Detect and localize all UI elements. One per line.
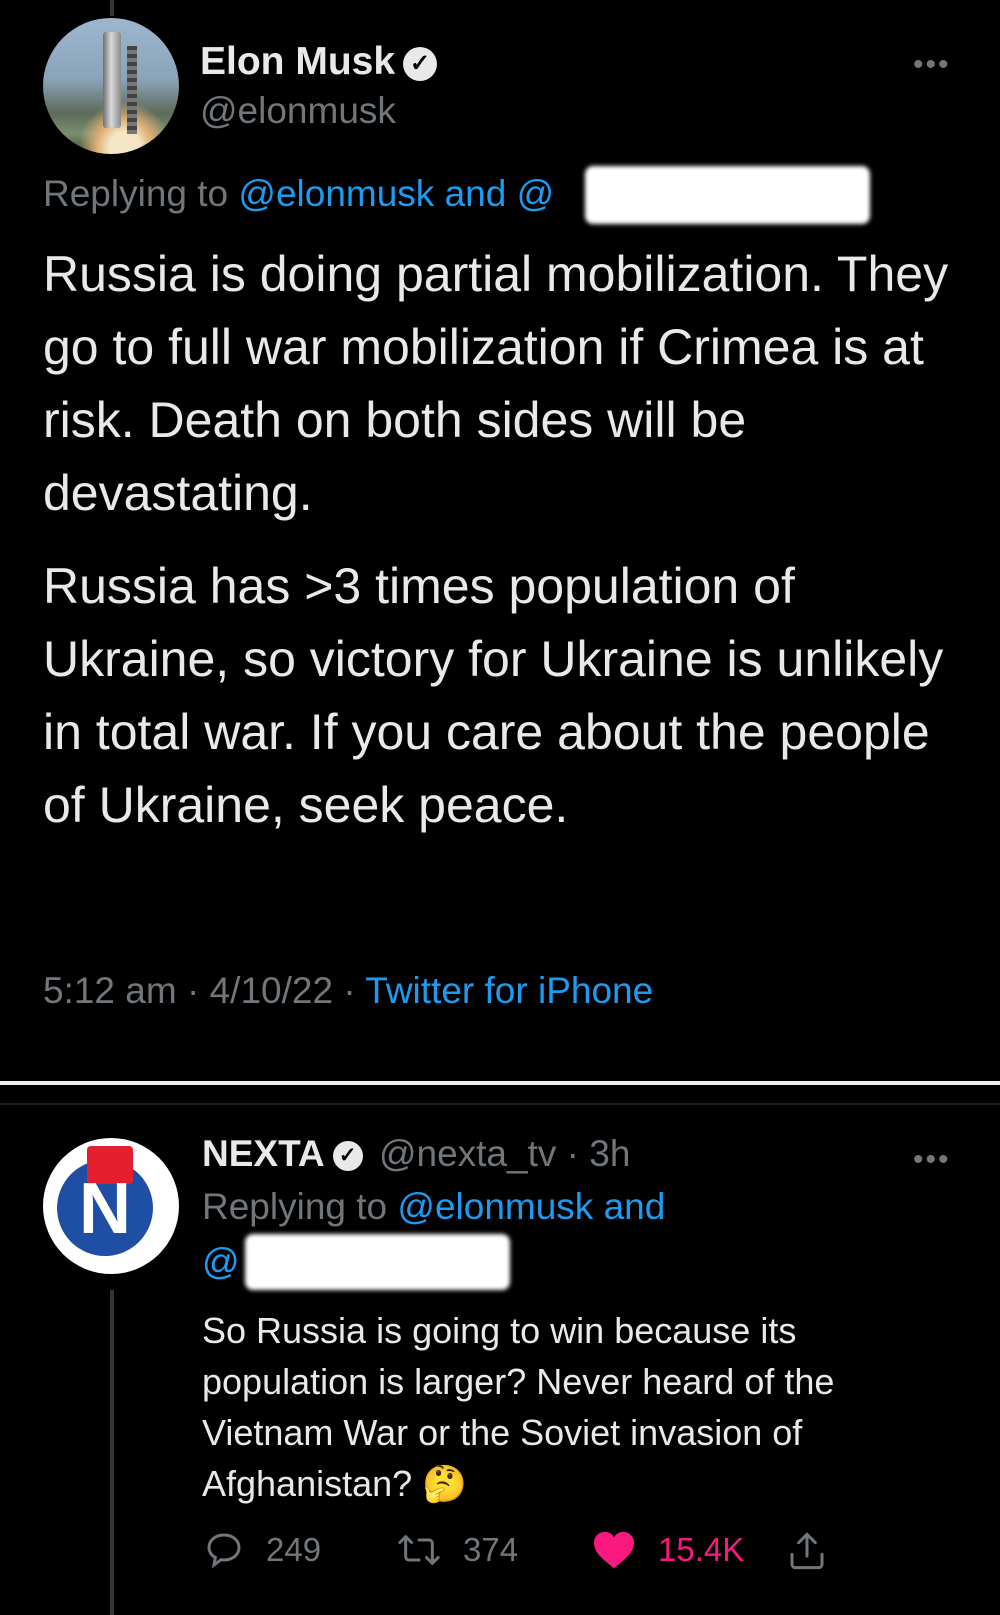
reply-button[interactable]: 249 (204, 1530, 321, 1570)
reply-author-name[interactable]: NEXTA (202, 1133, 325, 1174)
replying-to-link[interactable]: @elonmusk and (397, 1186, 665, 1227)
elon-avatar[interactable] (43, 18, 179, 154)
tweet-meta: 5:12 am · 4/10/22 · Twitter for iPhone (43, 970, 654, 1011)
thinking-emoji-icon: 🤔 (422, 1463, 468, 1504)
nexta-avatar[interactable]: N (43, 1138, 179, 1274)
reply-action-bar: 249 374 15.4K (202, 1530, 962, 1580)
reply-body: So Russia is going to win because its po… (202, 1310, 835, 1504)
avatar-tower-graphic (127, 46, 137, 134)
reply-age[interactable]: 3h (589, 1133, 630, 1174)
tweet-paragraph: Russia is doing partial mobilization. Th… (43, 246, 949, 521)
reply-handle[interactable]: @nexta_tv (379, 1133, 556, 1174)
retweet-count: 374 (463, 1531, 519, 1568)
avatar-rocket-graphic (103, 32, 121, 128)
like-button[interactable]: 15.4K (592, 1530, 744, 1570)
tweet-time[interactable]: 5:12 am (43, 970, 177, 1011)
replying-to-line: Replying to @elonmusk and @ (43, 173, 555, 214)
thread-connector-top (110, 0, 114, 16)
reply-header: NEXTA ✓ @nexta_tv · 3h (202, 1133, 631, 1174)
reply-replying-to-line: Replying to @elonmusk and (202, 1186, 666, 1227)
author-name[interactable]: Elon Musk ✓ (200, 40, 438, 84)
thread-connector (110, 1290, 114, 1615)
reply-icon (207, 1533, 241, 1569)
nexta-logo-letter: N (79, 1169, 131, 1249)
divider (0, 1081, 1000, 1085)
more-icon[interactable]: ••• (913, 1145, 951, 1175)
tweet-body: Russia is doing partial mobilization. Th… (43, 238, 963, 842)
more-icon[interactable]: ••• (913, 50, 951, 80)
retweet-button[interactable]: 374 (397, 1530, 518, 1570)
author-handle[interactable]: @elonmusk (200, 90, 396, 132)
reply-replying-to-line-2: @ (202, 1241, 240, 1283)
replying-to-link[interactable]: @elonmusk and @ (238, 173, 554, 214)
divider (0, 1103, 1000, 1105)
tweet-paragraph: Russia has >3 times population of Ukrain… (43, 558, 944, 833)
like-icon (594, 1531, 634, 1569)
share-icon (790, 1532, 824, 1570)
share-button[interactable] (787, 1530, 849, 1572)
replying-to-link[interactable]: @ (202, 1241, 240, 1282)
reply-count: 249 (266, 1531, 322, 1568)
redacted-handle (245, 1234, 510, 1290)
like-count: 15.4K (658, 1531, 745, 1568)
retweet-icon (398, 1535, 440, 1565)
tweet-date[interactable]: 4/10/22 (210, 970, 333, 1011)
verified-badge-icon: ✓ (403, 46, 438, 81)
redacted-handle (585, 166, 870, 224)
verified-badge-icon: ✓ (332, 1141, 363, 1172)
tweet-source[interactable]: Twitter for iPhone (365, 970, 653, 1011)
